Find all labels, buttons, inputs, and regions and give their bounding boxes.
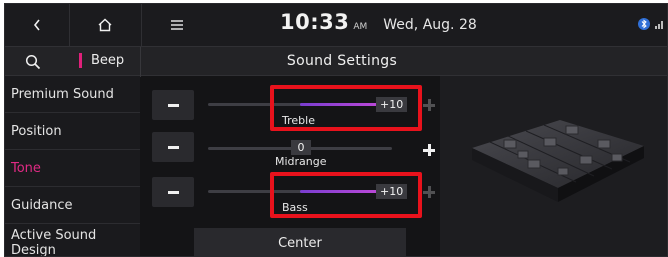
sidebar-item-premium-sound[interactable]: Premium Sound: [5, 76, 140, 113]
page-title: Sound Settings: [286, 53, 398, 69]
sound-settings-menu: Premium Sound Position Tone Guidance Act…: [5, 76, 140, 257]
title-bar: Beep Sound Settings: [5, 46, 667, 77]
beep-label: Beep: [91, 53, 125, 68]
bluetooth-audio-icon: [638, 18, 650, 30]
home-icon: [98, 18, 112, 32]
chevron-left-icon: [33, 19, 40, 31]
sidebar-item-label: Tone: [11, 160, 41, 176]
bass-minus-button[interactable]: [152, 177, 194, 207]
treble-highlight-box: [270, 85, 422, 131]
tone-panel: +10 Treble 0 Midrange +10 Bass Center: [140, 76, 667, 256]
midrange-label: Midrange: [275, 155, 327, 168]
status-bar: 10:33 AM Wed, Aug. 28: [5, 4, 667, 46]
minus-icon: [167, 190, 179, 194]
clock-time: 10:33: [280, 10, 350, 34]
sidebar-item-label: Position: [11, 123, 62, 139]
status-divider: [141, 4, 142, 46]
beep-toggle[interactable]: Beep: [79, 53, 124, 68]
equalizer-graphic: [440, 76, 667, 256]
sidebar-item-guidance[interactable]: Guidance: [5, 187, 140, 224]
menu-button[interactable]: [157, 4, 197, 46]
search-icon: [25, 54, 41, 70]
sidebar-item-tone[interactable]: Tone: [5, 150, 140, 187]
treble-minus-button[interactable]: [152, 90, 194, 120]
home-button[interactable]: [69, 4, 141, 46]
status-icons: [637, 17, 665, 31]
minus-icon: [167, 103, 179, 107]
search-button[interactable]: [21, 51, 45, 73]
sidebar-item-active-sound-design[interactable]: Active Sound Design: [5, 224, 115, 257]
clock-ampm: AM: [353, 22, 368, 32]
sidebar-item-label: Active Sound Design: [11, 228, 97, 257]
plus-icon-stem: [427, 99, 431, 111]
plus-icon-stem: [427, 144, 431, 156]
plus-icon-stem: [427, 186, 431, 198]
hamburger-menu-icon: [171, 20, 183, 30]
back-button[interactable]: [5, 4, 69, 46]
center-button[interactable]: Center: [194, 228, 406, 256]
sidebar-item-label: Guidance: [11, 197, 73, 213]
minus-icon: [167, 145, 179, 149]
bass-highlight-box: [270, 172, 422, 218]
mixing-board-illustration: [472, 120, 644, 202]
midrange-minus-button[interactable]: [152, 132, 194, 162]
sidebar-item-label: Premium Sound: [11, 86, 114, 102]
clock-date: Wed, Aug. 28: [383, 17, 477, 33]
clock: 10:33 AM Wed, Aug. 28: [280, 10, 477, 40]
sidebar-item-position[interactable]: Position: [5, 113, 140, 150]
beep-indicator: [79, 53, 82, 68]
signal-icon: [655, 21, 663, 29]
midrange-value: 0: [291, 140, 311, 155]
head-unit-screen: 10:33 AM Wed, Aug. 28 Beep Sound Setting…: [4, 3, 668, 257]
